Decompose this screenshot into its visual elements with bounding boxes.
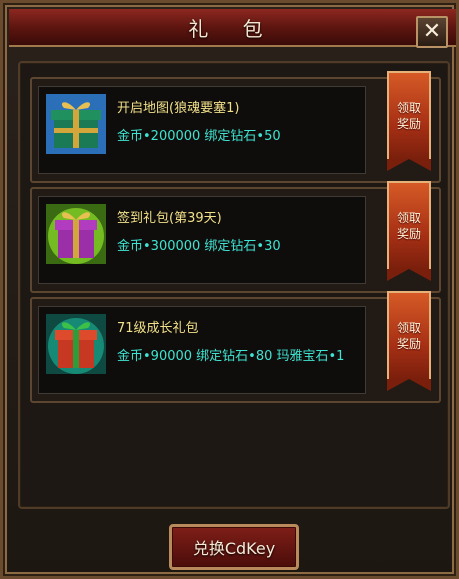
gift-info: 71级成长礼包 金币•90000 绑定钻石•80 玛雅宝石•1 xyxy=(38,306,366,394)
redeem-cdkey-label: 兑换CdKey xyxy=(192,539,276,558)
gift-box-icon xyxy=(46,314,106,374)
gift-box-icon xyxy=(46,204,106,264)
close-icon: ✕ xyxy=(422,19,442,44)
gift-list: 开启地图(狼魂要塞1) 金币•200000 绑定钻石•50 领取 奖励 签到礼包… xyxy=(18,61,450,509)
claim-reward-button[interactable]: 领取 奖励 xyxy=(387,181,431,281)
gift-reward: 金币•300000 绑定钻石•30 xyxy=(117,239,281,254)
gift-row: 签到礼包(第39天) 金币•300000 绑定钻石•30 领取 奖励 xyxy=(30,181,441,293)
title-bar: 礼 包 ✕ xyxy=(9,9,456,48)
gift-reward: 金币•200000 绑定钻石•50 xyxy=(117,129,281,144)
gift-info: 开启地图(狼魂要塞1) 金币•200000 绑定钻石•50 xyxy=(38,86,366,174)
close-button[interactable]: ✕ xyxy=(416,16,448,48)
gift-reward: 金币•90000 绑定钻石•80 玛雅宝石•1 xyxy=(117,349,345,364)
claim-reward-button[interactable]: 领取 奖励 xyxy=(387,291,431,391)
gift-row: 开启地图(狼魂要塞1) 金币•200000 绑定钻石•50 领取 奖励 xyxy=(30,71,441,183)
gift-window: 礼 包 ✕ 开启地图(狼魂要塞1) 金币•200000 绑定钻石•50 领取 奖… xyxy=(0,0,459,579)
redeem-cdkey-button[interactable]: 兑换CdKey xyxy=(169,524,299,570)
gift-name: 签到礼包(第39天) xyxy=(117,211,222,226)
window-title: 礼 包 xyxy=(188,16,277,41)
claim-reward-button[interactable]: 领取 奖励 xyxy=(387,71,431,171)
gift-box-icon xyxy=(46,94,106,154)
gift-name: 开启地图(狼魂要塞1) xyxy=(117,101,240,116)
gift-row: 71级成长礼包 金币•90000 绑定钻石•80 玛雅宝石•1 领取 奖励 xyxy=(30,291,441,403)
gift-info: 签到礼包(第39天) 金币•300000 绑定钻石•30 xyxy=(38,196,366,284)
gift-name: 71级成长礼包 xyxy=(117,321,199,336)
